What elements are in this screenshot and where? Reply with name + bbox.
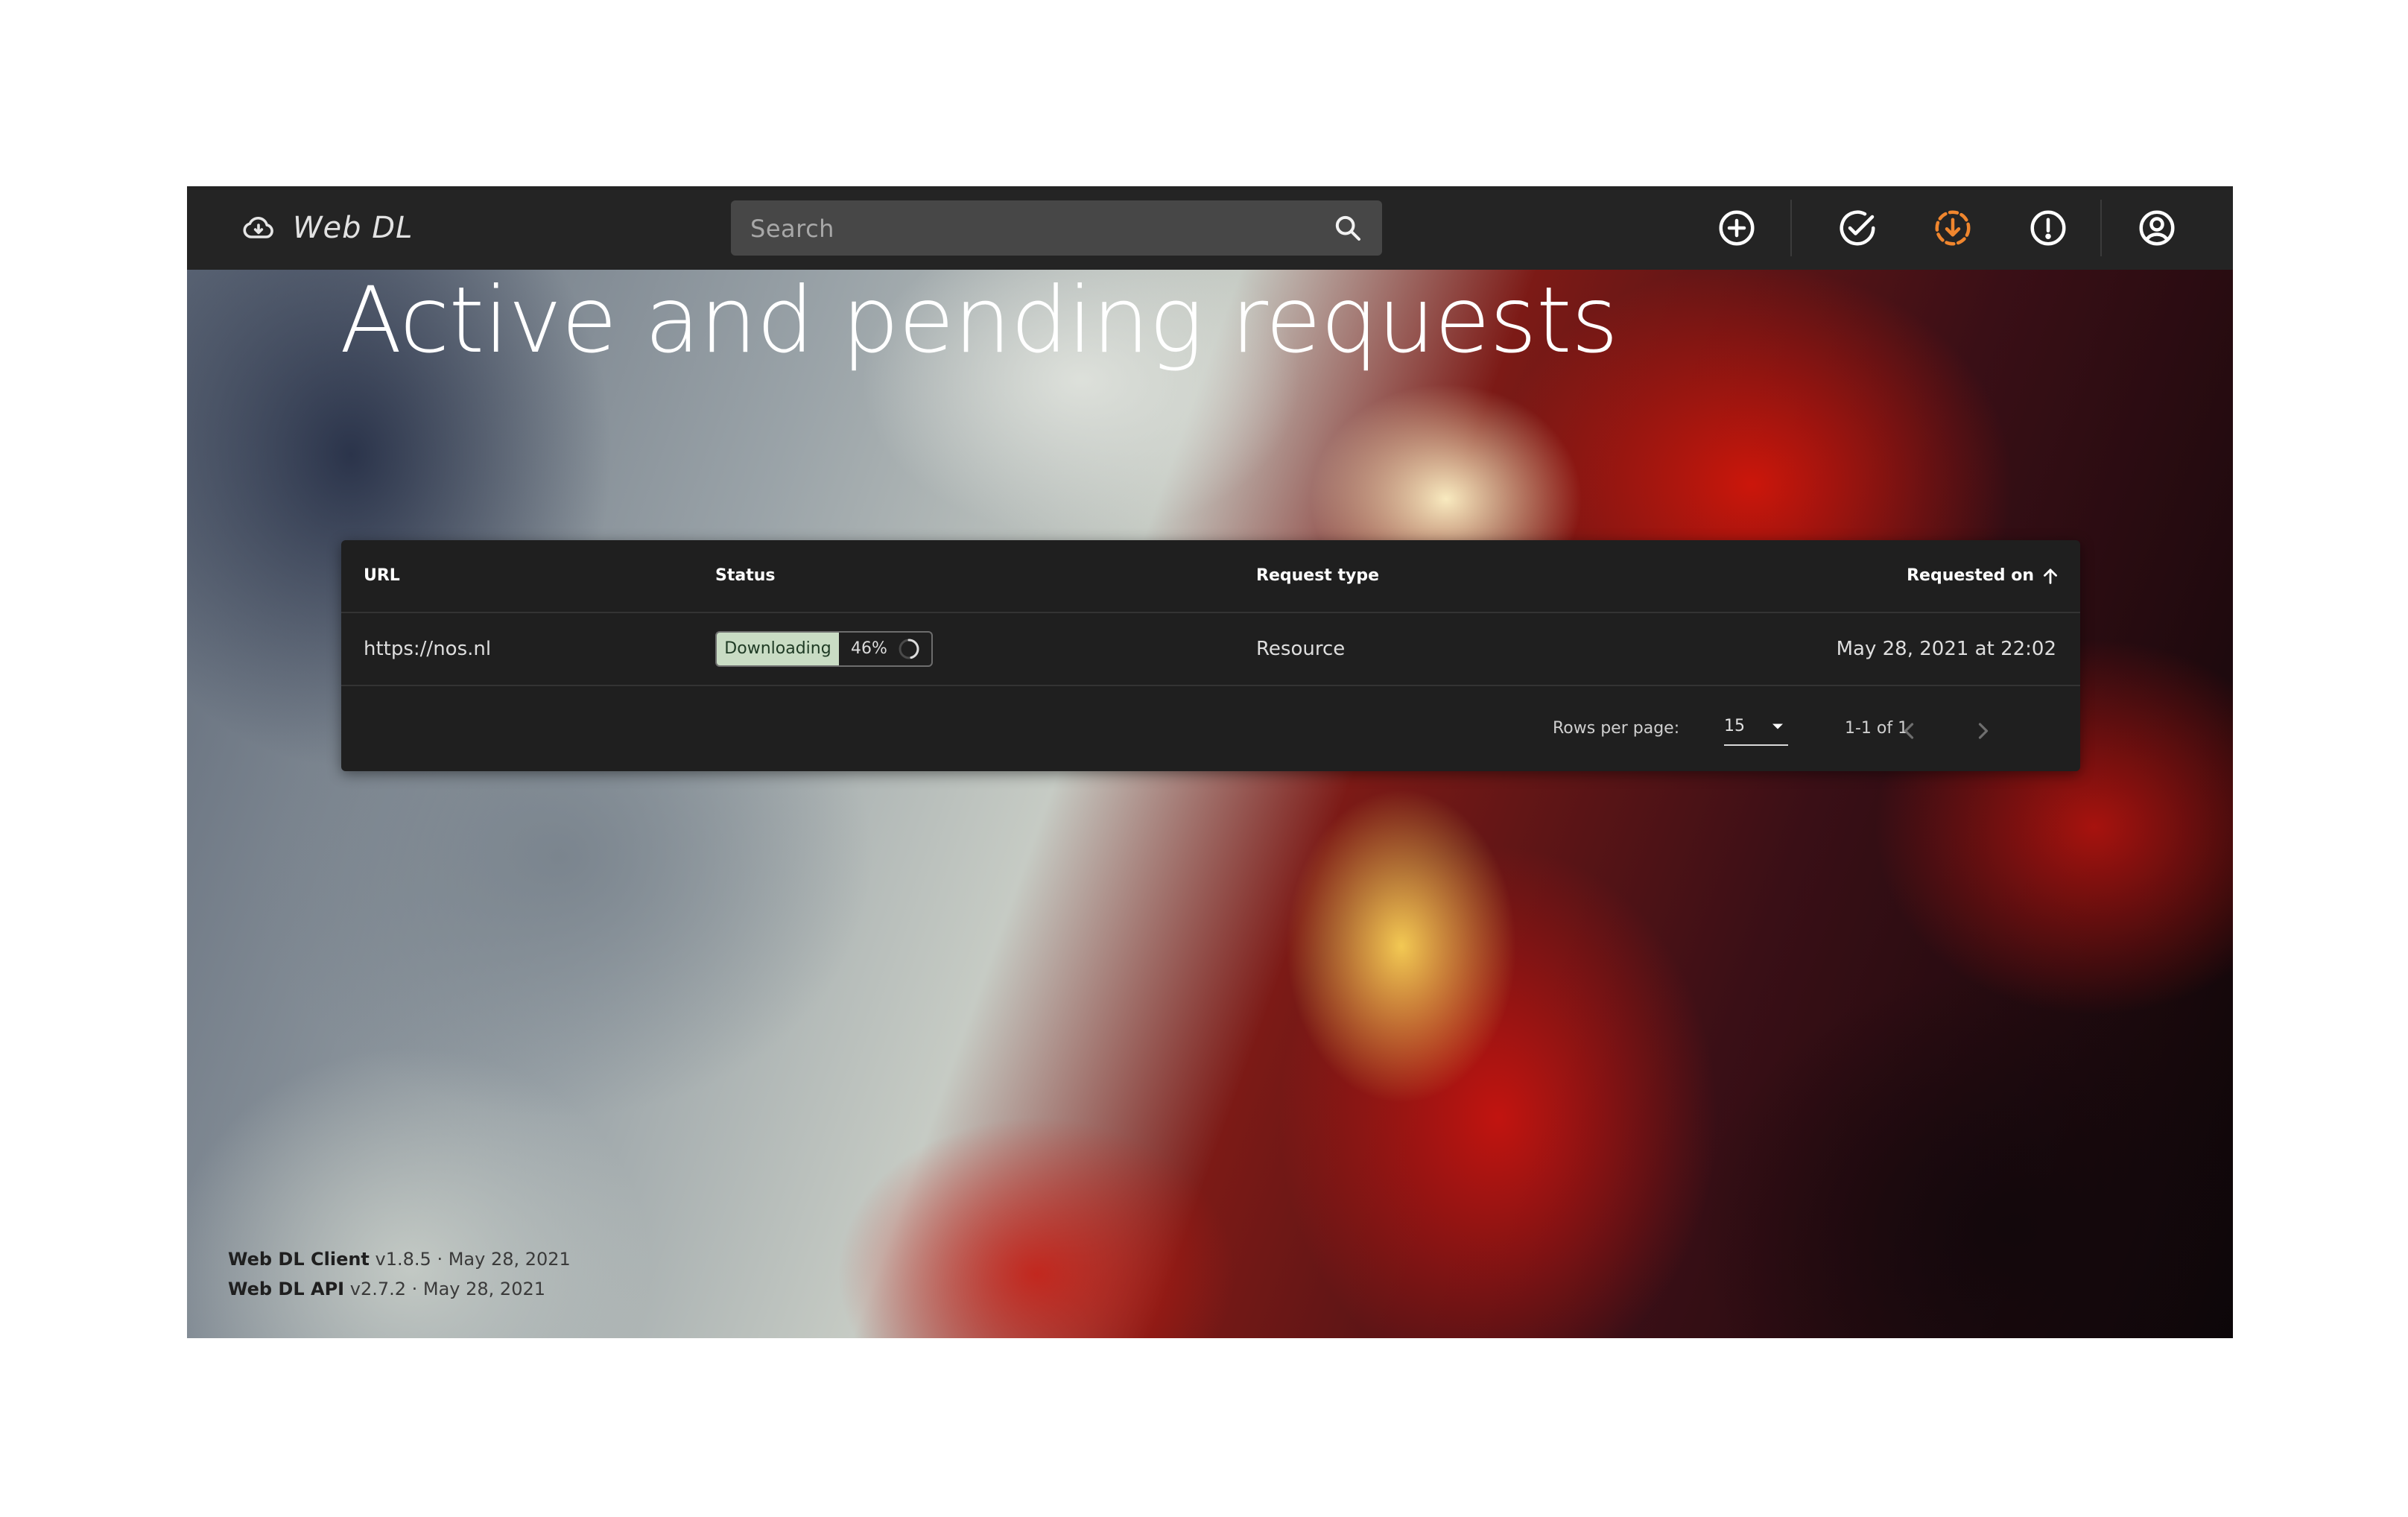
previous-page-icon[interactable]: [1895, 718, 1922, 744]
search-input[interactable]: [749, 200, 1318, 257]
requests-table: URL Status Request type Requested on htt…: [341, 540, 2080, 771]
nav-divider: [1790, 200, 1792, 256]
arrow-up-icon[interactable]: [2040, 566, 2061, 586]
nav-divider: [2100, 200, 2102, 256]
rows-per-page-value: 15: [1724, 717, 1745, 735]
download-progress-icon[interactable]: [1930, 206, 1975, 250]
page-title: Active and pending requests: [340, 267, 1618, 373]
rows-per-page-select[interactable]: 15: [1724, 713, 1788, 746]
alert-circle-icon[interactable]: [2026, 206, 2070, 250]
status-chip: Downloading 46%: [715, 631, 933, 667]
rows-per-page-label: Rows per page:: [1553, 719, 1680, 738]
row-divider: [341, 685, 2080, 686]
header-divider: [341, 612, 2080, 613]
progress-text: 46%: [851, 639, 887, 658]
app-window: Web DL Search Active and pending request…: [187, 186, 2233, 1338]
caret-down-icon: [1767, 716, 1788, 737]
requested-on-cell: May 28, 2021 at 22:02: [1836, 638, 2056, 660]
status-label: Downloading: [717, 633, 839, 665]
search-icon[interactable]: [1333, 213, 1363, 243]
client-version-line: Web DL Client v1.8.5 · May 28, 2021: [228, 1244, 571, 1274]
check-circle-icon[interactable]: [1835, 206, 1880, 250]
url-cell[interactable]: https://nos.nl: [364, 613, 491, 685]
api-name: Web DL API: [228, 1279, 345, 1299]
request-type-cell: Resource: [1256, 638, 1346, 660]
column-header-requested-on[interactable]: Requested on: [1907, 540, 2034, 612]
api-version: v2.7.2 · May 28, 2021: [349, 1279, 546, 1299]
column-header-status[interactable]: Status: [715, 540, 775, 612]
next-page-icon[interactable]: [1970, 718, 1997, 744]
client-name: Web DL Client: [228, 1249, 370, 1270]
client-version: v1.8.5 · May 28, 2021: [375, 1249, 571, 1270]
top-app-bar: Web DL: [187, 186, 2233, 270]
column-header-request-type[interactable]: Request type: [1256, 540, 1379, 612]
search-bar[interactable]: [731, 200, 1382, 257]
api-version-line: Web DL API v2.7.2 · May 28, 2021: [228, 1274, 571, 1304]
app-title[interactable]: Web DL: [293, 207, 413, 249]
progress-spinner-icon: [897, 637, 921, 661]
cloud-download-icon: [239, 210, 278, 246]
version-info: Web DL Client v1.8.5 · May 28, 2021 Web …: [228, 1244, 571, 1304]
add-circle-icon[interactable]: [1714, 206, 1759, 250]
column-header-url[interactable]: URL: [364, 540, 400, 612]
account-circle-icon[interactable]: [2135, 206, 2179, 250]
